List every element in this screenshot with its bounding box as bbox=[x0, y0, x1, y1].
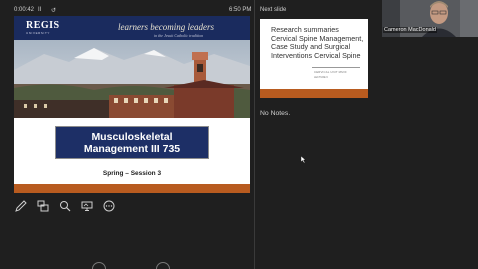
campus-photo bbox=[14, 40, 250, 118]
participant-video[interactable]: Cameron MacDonald bbox=[382, 0, 478, 37]
next-slide-button[interactable] bbox=[156, 262, 170, 269]
reset-timer-button[interactable]: ↺ bbox=[51, 7, 56, 14]
next-slide-label: Next slide bbox=[260, 7, 287, 13]
elapsed-timer: 0:00:42 bbox=[14, 7, 35, 13]
previous-slide-button[interactable] bbox=[92, 262, 106, 269]
zoom-icon[interactable] bbox=[58, 199, 72, 213]
course-title-box: Musculoskeletal Management III 735 bbox=[55, 126, 209, 159]
screen-icon[interactable] bbox=[80, 199, 94, 213]
slides-grid-icon[interactable] bbox=[36, 199, 50, 213]
next-slide-preview[interactable]: Research summaries Cervical Spine Manage… bbox=[260, 19, 368, 98]
more-icon[interactable] bbox=[102, 199, 116, 213]
slide-footer-bar bbox=[14, 184, 250, 193]
slide-banner: REGIS UNIVERSITY learners becoming leade… bbox=[14, 16, 250, 40]
course-title-line1: Musculoskeletal bbox=[91, 130, 173, 143]
next-slide-subtitle: CERVICAL UNIT MMIII bbox=[314, 70, 347, 74]
next-slide-title: Research summaries Cervical Spine Manage… bbox=[271, 25, 364, 60]
session-label: Spring – Session 3 bbox=[102, 170, 162, 177]
clock: 6:50 PM bbox=[229, 7, 252, 13]
pen-icon[interactable] bbox=[14, 199, 28, 213]
next-slide-lecture: LECTURE 6 bbox=[314, 76, 328, 79]
mouse-cursor-icon bbox=[301, 156, 306, 163]
university-logo: REGIS bbox=[26, 20, 60, 31]
participant-name: Cameron MacDonald bbox=[383, 27, 437, 33]
current-slide[interactable]: REGIS UNIVERSITY learners becoming leade… bbox=[14, 16, 250, 193]
course-title-line2: Management III 735 bbox=[83, 142, 181, 155]
presenter-tools bbox=[14, 199, 116, 213]
next-slide-rule bbox=[312, 67, 360, 68]
slide-tagline: learners becoming leaders bbox=[118, 22, 214, 32]
pane-divider[interactable] bbox=[254, 0, 255, 269]
pause-timer-button[interactable]: II bbox=[38, 7, 41, 13]
speaker-notes: No Notes. bbox=[260, 110, 291, 117]
slide-tagline-sub: in the Jesuit Catholic tradition bbox=[154, 33, 204, 38]
next-slide-footer-bar bbox=[260, 89, 368, 98]
university-logo-sub: UNIVERSITY bbox=[26, 31, 51, 35]
